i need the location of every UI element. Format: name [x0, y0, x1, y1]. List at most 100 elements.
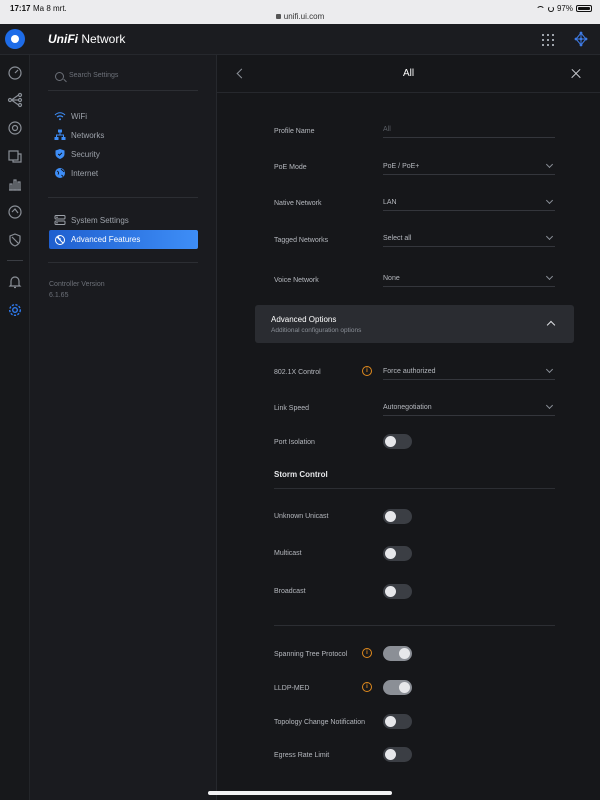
profile-name-input[interactable]: All — [383, 124, 555, 138]
stp-label: Spanning Tree Protocol — [274, 651, 348, 658]
tagged-networks-label: Tagged Networks — [274, 237, 329, 244]
multicast-toggle[interactable] — [383, 546, 412, 561]
sidebar-item-label: Advanced Features — [71, 235, 141, 244]
info-icon[interactable]: i — [362, 648, 372, 658]
chevron-down-icon — [545, 232, 554, 241]
poe-mode-select[interactable]: PoE / PoE+ — [383, 160, 555, 175]
dot1x-value: Force authorized — [383, 368, 436, 375]
battery-icon — [576, 5, 592, 12]
native-network-value: LAN — [383, 199, 397, 206]
status-bar: 17:17 Ma 8 mrt. unifi.ui.com 97% — [0, 0, 600, 24]
link-speed-label: Link Speed — [274, 405, 310, 412]
port-isolation-toggle[interactable] — [383, 434, 412, 449]
advanced-options-toggle[interactable] — [255, 305, 574, 343]
dot1x-select[interactable]: Force authorized — [383, 365, 555, 380]
profile-name-label: Profile Name — [274, 128, 315, 135]
egress-toggle[interactable] — [383, 747, 412, 762]
link-speed-select[interactable]: Autonegotiation — [383, 401, 555, 416]
sidebar-item-label: Networks — [71, 130, 105, 140]
insights-icon[interactable] — [7, 204, 23, 220]
sidebar-item-system-settings[interactable]: System Settings — [54, 213, 129, 227]
link-speed-value: Autonegotiation — [383, 404, 432, 411]
topology-map-icon[interactable] — [573, 31, 589, 47]
app-brand: UniFi Network — [48, 32, 125, 46]
lock-icon — [275, 14, 281, 19]
lldp-toggle[interactable] — [383, 680, 412, 695]
sidebar-item-label: System Settings — [71, 215, 129, 225]
toggle-knob — [385, 511, 396, 522]
native-network-select[interactable]: LAN — [383, 196, 555, 211]
storm-control-title: Storm Control — [274, 470, 328, 479]
voice-network-label: Voice Network — [274, 277, 319, 284]
url-text: unifi.ui.com — [283, 12, 325, 21]
sidebar-item-networks[interactable]: Networks — [54, 128, 104, 142]
toggle-knob — [385, 716, 396, 727]
advanced-icon — [55, 234, 65, 245]
chevron-down-icon — [545, 196, 554, 205]
multicast-label: Multicast — [274, 550, 302, 557]
sidebar-item-internet[interactable]: Internet — [54, 166, 98, 180]
security-icon — [55, 149, 65, 159]
broadcast-toggle[interactable] — [383, 584, 412, 599]
status-icons: 97% — [535, 4, 592, 13]
info-icon[interactable]: i — [362, 366, 372, 376]
tcn-toggle[interactable] — [383, 714, 412, 729]
app-header: UniFi Network — [0, 24, 600, 55]
tagged-networks-select[interactable]: Select all — [383, 232, 555, 247]
dashboard-icon[interactable] — [7, 65, 23, 81]
globe-icon — [55, 168, 65, 178]
unknown-unicast-label: Unknown Unicast — [274, 513, 329, 520]
toggle-knob — [399, 648, 410, 659]
egress-label: Egress Rate Limit — [274, 752, 330, 759]
toggle-knob — [385, 749, 396, 760]
home-indicator[interactable] — [208, 791, 392, 795]
clients-icon[interactable] — [7, 148, 23, 164]
chevron-down-icon — [545, 401, 554, 410]
settings-search[interactable]: Search Settings — [55, 72, 205, 84]
sidebar-item-label: WiFi — [71, 111, 87, 121]
sidebar-item-security[interactable]: Security — [54, 147, 100, 161]
settings-icon[interactable] — [7, 302, 23, 318]
chevron-down-icon — [545, 272, 554, 281]
statistics-icon[interactable] — [7, 176, 23, 192]
tcn-label: Topology Change Notification — [274, 719, 366, 726]
networks-icon — [54, 129, 66, 140]
chevron-down-icon — [545, 365, 554, 374]
topology-icon[interactable] — [7, 92, 23, 108]
native-network-label: Native Network — [274, 200, 322, 207]
controller-version-value: 6.1.65 — [49, 292, 69, 299]
voice-network-select[interactable]: None — [383, 272, 555, 287]
apps-grid-icon[interactable] — [542, 34, 554, 46]
controller-version: Controller Version 6.1.65 — [49, 279, 105, 301]
sidebar-item-advanced-features[interactable]: Advanced Features — [49, 230, 198, 249]
unknown-unicast-toggle[interactable] — [383, 509, 412, 524]
sidebar-item-wifi[interactable]: WiFi — [54, 109, 87, 123]
alerts-icon[interactable] — [7, 274, 23, 290]
system-icon — [54, 215, 66, 225]
info-icon[interactable]: i — [362, 682, 372, 692]
location-icon — [547, 5, 554, 12]
search-input[interactable]: Search Settings — [69, 72, 118, 79]
address-bar[interactable]: unifi.ui.com — [0, 12, 600, 21]
sidebar-divider — [48, 90, 198, 91]
advanced-options-title: Advanced Options — [271, 315, 337, 324]
shield-icon[interactable] — [7, 232, 23, 248]
left-nav-rail — [0, 55, 30, 800]
advanced-options-subtitle: Additional configuration options — [271, 327, 362, 334]
poe-mode-value: PoE / PoE+ — [383, 163, 420, 170]
unifi-logo-icon[interactable] — [5, 29, 25, 49]
section-divider — [274, 488, 555, 489]
brand-unifi: UniFi — [48, 32, 78, 46]
port-isolation-label: Port Isolation — [274, 439, 315, 446]
dot1x-label: 802.1X Control — [274, 369, 321, 376]
search-icon — [55, 72, 64, 81]
sidebar-divider — [48, 197, 198, 198]
devices-icon[interactable] — [7, 120, 23, 136]
stp-toggle[interactable] — [383, 646, 412, 661]
poe-mode-label: PoE Mode — [274, 164, 307, 171]
close-icon[interactable] — [570, 68, 582, 80]
page-title: All — [402, 68, 415, 79]
sidebar-item-label: Security — [71, 149, 100, 159]
tagged-networks-value: Select all — [383, 235, 412, 242]
toggle-knob — [385, 548, 396, 559]
